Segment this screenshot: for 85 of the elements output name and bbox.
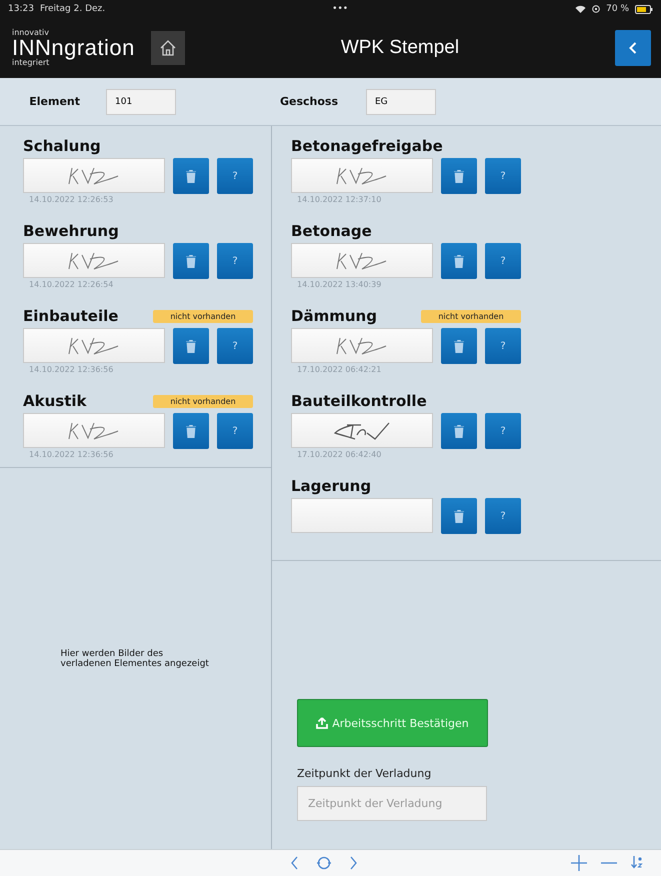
- field-label: Geschoss: [278, 95, 338, 108]
- timestamp: 14.10.2022 12:36:56: [29, 365, 114, 374]
- delete-button[interactable]: [441, 413, 477, 449]
- signature-field[interactable]: [291, 158, 433, 193]
- timestamp: 14.10.2022 12:36:56: [29, 450, 114, 459]
- signature-field[interactable]: [23, 328, 165, 363]
- trash-icon: [186, 424, 196, 438]
- logo-tagline: innovativ: [12, 29, 50, 37]
- help-button[interactable]: ?: [485, 328, 521, 364]
- signature-field[interactable]: [23, 413, 165, 448]
- timestamp: 14.10.2022 12:37:10: [297, 195, 382, 204]
- back-icon[interactable]: [290, 856, 300, 870]
- delete-button[interactable]: [441, 243, 477, 279]
- chevron-left-icon: [629, 42, 637, 54]
- step-title: Betonage: [291, 222, 372, 240]
- signature-field[interactable]: [23, 243, 165, 278]
- logo-text: INNngration: [12, 37, 135, 59]
- images-hint: Hier werden Bilder des verladenen Elementes angezeigt: [60, 648, 210, 668]
- signature-field[interactable]: [291, 498, 433, 533]
- home-button[interactable]: [150, 31, 185, 65]
- refresh-icon[interactable]: [316, 856, 332, 870]
- page-title: WPK Stempel: [340, 37, 460, 59]
- signature-field[interactable]: [23, 158, 165, 193]
- input-field[interactable]: 101: [106, 88, 176, 114]
- step-title: Akustik: [23, 392, 86, 410]
- step-title: Bewehrung: [23, 222, 119, 240]
- help-button[interactable]: ?: [485, 243, 521, 279]
- input-field[interactable]: EG: [366, 88, 436, 114]
- signature-field[interactable]: [291, 243, 433, 278]
- step-title: Lagerung: [291, 477, 372, 495]
- delete-button[interactable]: [173, 243, 209, 279]
- status-badge: nicht vorhanden: [421, 310, 521, 322]
- timestamp: 14.10.2022 13:40:39: [297, 280, 382, 289]
- field-label: Element: [28, 95, 80, 108]
- trash-icon: [186, 340, 196, 352]
- status-date: Freitag 2. Dez.: [40, 4, 106, 14]
- status-time: 13:23: [8, 4, 34, 14]
- lock-rotation-icon: [592, 5, 600, 13]
- step-title: Betonagefreigabe: [291, 137, 443, 155]
- forward-icon[interactable]: [348, 856, 358, 870]
- signature-field[interactable]: [291, 413, 433, 448]
- delete-button[interactable]: [173, 413, 209, 449]
- help-button[interactable]: ?: [217, 243, 253, 279]
- trash-icon: [454, 254, 464, 268]
- help-button[interactable]: ?: [217, 413, 253, 449]
- timestamp: 14.10.2022 12:26:53: [29, 195, 114, 204]
- delete-button[interactable]: [173, 158, 209, 194]
- status-dots: •••: [332, 4, 348, 14]
- logo-tagline: integriert: [12, 59, 50, 67]
- delete-button[interactable]: [173, 328, 209, 364]
- signature-field[interactable]: [291, 328, 433, 363]
- trash-icon: [454, 510, 464, 522]
- home-icon: [158, 39, 177, 57]
- trash-icon: [454, 424, 464, 438]
- upload-icon: [316, 717, 328, 729]
- delete-button[interactable]: [441, 328, 477, 364]
- input-field[interactable]: Zeitpunkt der Verladung: [297, 786, 487, 821]
- step-title: Dämmung: [291, 307, 377, 325]
- battery-icon: [635, 4, 653, 14]
- delete-button[interactable]: [441, 498, 477, 534]
- help-button[interactable]: ?: [217, 158, 253, 194]
- trash-icon: [186, 170, 196, 182]
- trash-icon: [186, 254, 196, 268]
- help-button[interactable]: ?: [485, 498, 521, 534]
- sort-icon[interactable]: [631, 855, 643, 869]
- status-badge: nicht vorhanden: [153, 310, 253, 322]
- step-title: Einbauteile: [23, 307, 118, 325]
- status-badge: nicht vorhanden: [153, 394, 253, 408]
- delete-button[interactable]: [441, 158, 477, 194]
- timestamp: 17.10.2022 06:42:40: [297, 450, 382, 459]
- help-button[interactable]: ?: [485, 158, 521, 194]
- wifi-icon: [575, 5, 586, 13]
- timestamp: 14.10.2022 12:26:54: [29, 280, 114, 289]
- back-button[interactable]: [615, 30, 651, 66]
- step-title: Schalung: [23, 137, 101, 155]
- confirm-button[interactable]: Arbeitsschritt Bestätigen: [297, 699, 488, 747]
- step-title: Bauteilkontrolle: [291, 392, 427, 410]
- help-button[interactable]: ?: [217, 328, 253, 364]
- plus-icon[interactable]: [571, 855, 587, 871]
- help-button[interactable]: ?: [485, 413, 521, 449]
- timestamp: 17.10.2022 06:42:21: [297, 365, 382, 374]
- trash-icon: [454, 170, 464, 182]
- field-label: Zeitpunkt der Verladung: [297, 767, 432, 780]
- trash-icon: [454, 340, 464, 352]
- battery-percent: 70 %: [606, 4, 629, 14]
